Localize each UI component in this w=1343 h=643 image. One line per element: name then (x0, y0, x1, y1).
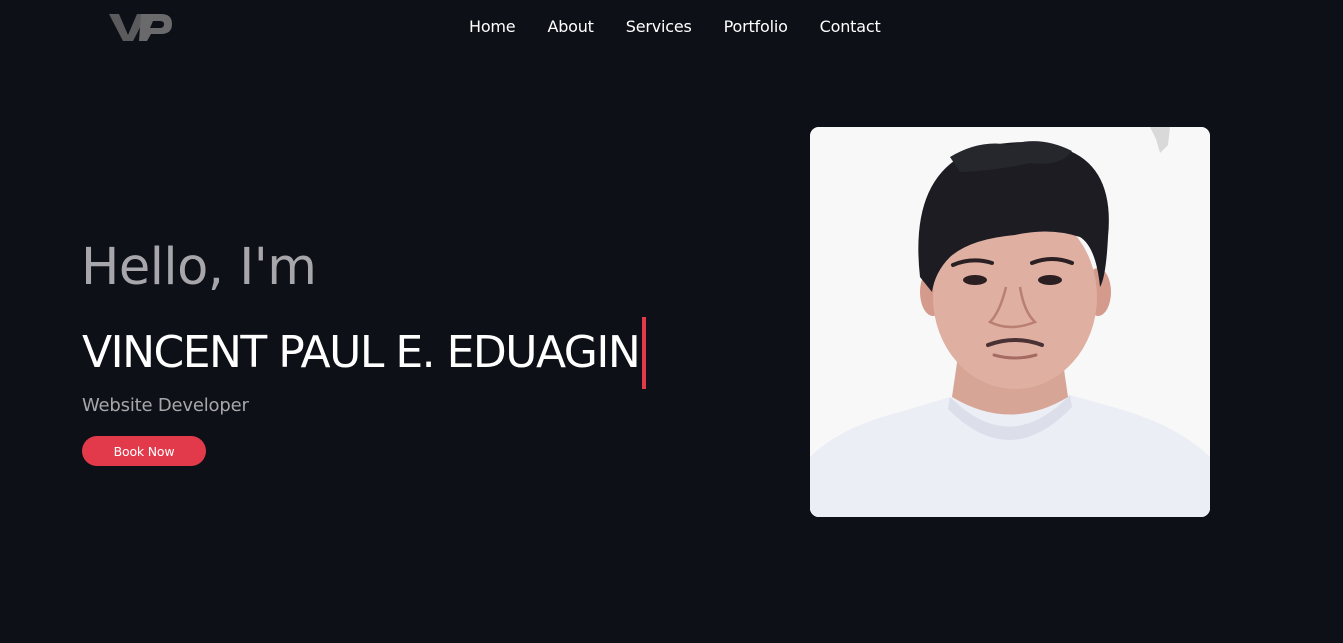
hero-role: Website Developer (82, 395, 249, 416)
nav-services-link[interactable]: Services (626, 16, 692, 38)
hero-name-container: VINCENT PAUL E. EDUAGIN (82, 317, 647, 389)
nav-home-link[interactable]: Home (469, 16, 516, 38)
page: Home About Services Portfolio Contact He… (0, 0, 1343, 643)
nav-portfolio-link[interactable]: Portfolio (724, 16, 788, 38)
nav-contact-link[interactable]: Contact (820, 16, 881, 38)
vp-logo-icon[interactable] (106, 10, 174, 44)
hero-greeting: Hello, I'm (81, 238, 317, 297)
nav-about-link[interactable]: About (547, 16, 594, 38)
book-now-button[interactable]: Book Now (82, 436, 206, 466)
hero-name: VINCENT PAUL E. EDUAGIN (82, 327, 641, 378)
profile-photo (810, 127, 1210, 517)
main-nav: Home About Services Portfolio Contact (469, 16, 881, 38)
typing-cursor (642, 317, 647, 389)
